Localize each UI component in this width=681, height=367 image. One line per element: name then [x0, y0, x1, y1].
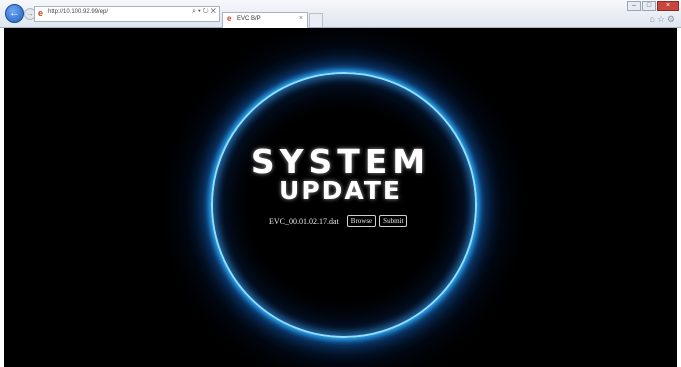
address-bar[interactable]: e http://10.100.92.99/ep/ ⌕ ▾ ↻ ✕ [34, 6, 220, 22]
submit-button[interactable]: Submit [379, 215, 408, 227]
browse-button[interactable]: Browse [346, 215, 377, 227]
upload-form: EVC_00.01.02.17.dat Browse Submit [269, 214, 410, 228]
close-icon[interactable]: × [657, 1, 679, 11]
ie-page-icon: e [38, 8, 44, 18]
browser-toolbar: ← → e http://10.100.92.99/ep/ ⌕ ▾ ↻ ✕ e … [0, 0, 681, 28]
tab-title: EVC B/P [237, 16, 261, 22]
maximize-icon[interactable]: □ [642, 1, 656, 11]
address-url[interactable]: http://10.100.92.99/ep/ [48, 9, 108, 15]
tab-active[interactable]: e EVC B/P × [222, 12, 308, 28]
favorites-star-icon[interactable]: ☆ [657, 14, 667, 24]
ie-tab-icon: e [227, 14, 232, 23]
home-icon[interactable]: ⌂ [649, 14, 656, 24]
window-controls: – □ × [626, 1, 679, 12]
page-title-line2: UPDATE [279, 176, 402, 205]
gear-icon[interactable]: ⚙ [667, 14, 677, 24]
tab-close-icon[interactable]: × [299, 15, 303, 22]
file-name-field[interactable]: EVC_00.01.02.17.dat [269, 217, 339, 226]
address-tools-icon[interactable]: ⌕ ▾ ↻ ✕ [192, 8, 216, 16]
new-tab-button[interactable] [309, 13, 323, 27]
minimize-icon[interactable]: – [627, 1, 641, 11]
toolbar-icons: ⌂☆⚙ [649, 14, 677, 25]
page-title-line1: SYSTEM [250, 142, 431, 181]
page-viewport: SYSTEM UPDATE EVC_00.01.02.17.dat Browse… [4, 28, 677, 367]
glow-ring [211, 72, 477, 338]
back-arrow-icon[interactable]: ← [5, 4, 24, 23]
